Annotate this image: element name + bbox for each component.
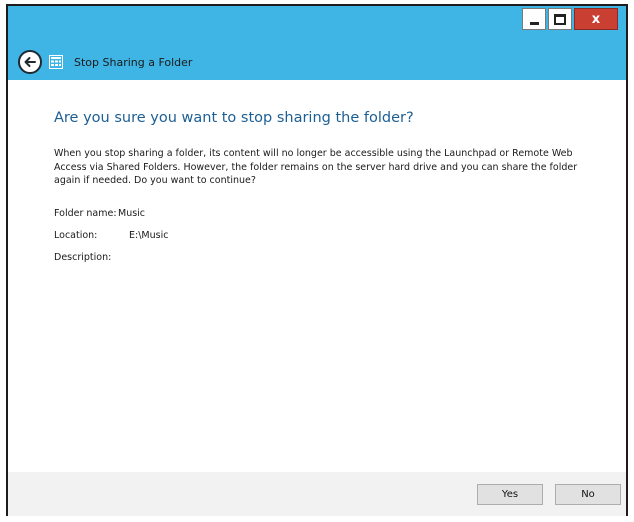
app-grid-icon xyxy=(49,55,63,69)
back-arrow-icon xyxy=(24,57,36,67)
folder-name-field: Folder name: Music xyxy=(54,208,145,219)
minimize-icon xyxy=(529,21,539,25)
location-field: Location: E:\Music xyxy=(54,230,168,241)
maximize-icon xyxy=(554,13,566,25)
caption-buttons: x xyxy=(522,8,618,30)
page-title: Stop Sharing a Folder xyxy=(74,55,193,69)
maximize-button[interactable] xyxy=(548,8,572,30)
location-label: Location: xyxy=(54,230,98,241)
close-button[interactable]: x xyxy=(574,8,618,30)
back-button[interactable] xyxy=(18,50,42,74)
folder-name-label: Folder name: xyxy=(54,208,117,219)
close-icon: x xyxy=(591,11,601,27)
yes-button[interactable]: Yes xyxy=(477,484,543,505)
nav-bar: Stop Sharing a Folder xyxy=(8,44,626,80)
no-button[interactable]: No xyxy=(555,484,621,505)
confirmation-heading: Are you sure you want to stop sharing th… xyxy=(54,110,414,126)
minimize-button[interactable] xyxy=(522,8,546,30)
dialog-window: x Stop Sharing a Folder Are you sure you… xyxy=(6,4,628,516)
dialog-content: Are you sure you want to stop sharing th… xyxy=(8,80,626,472)
dialog-footer: Yes No xyxy=(8,472,626,516)
description-field: Description: xyxy=(54,252,111,263)
folder-name-value: Music xyxy=(118,208,146,219)
description-label: Description: xyxy=(54,252,112,263)
location-value: E:\Music xyxy=(129,230,169,241)
confirmation-description: When you stop sharing a folder, its cont… xyxy=(54,148,578,186)
